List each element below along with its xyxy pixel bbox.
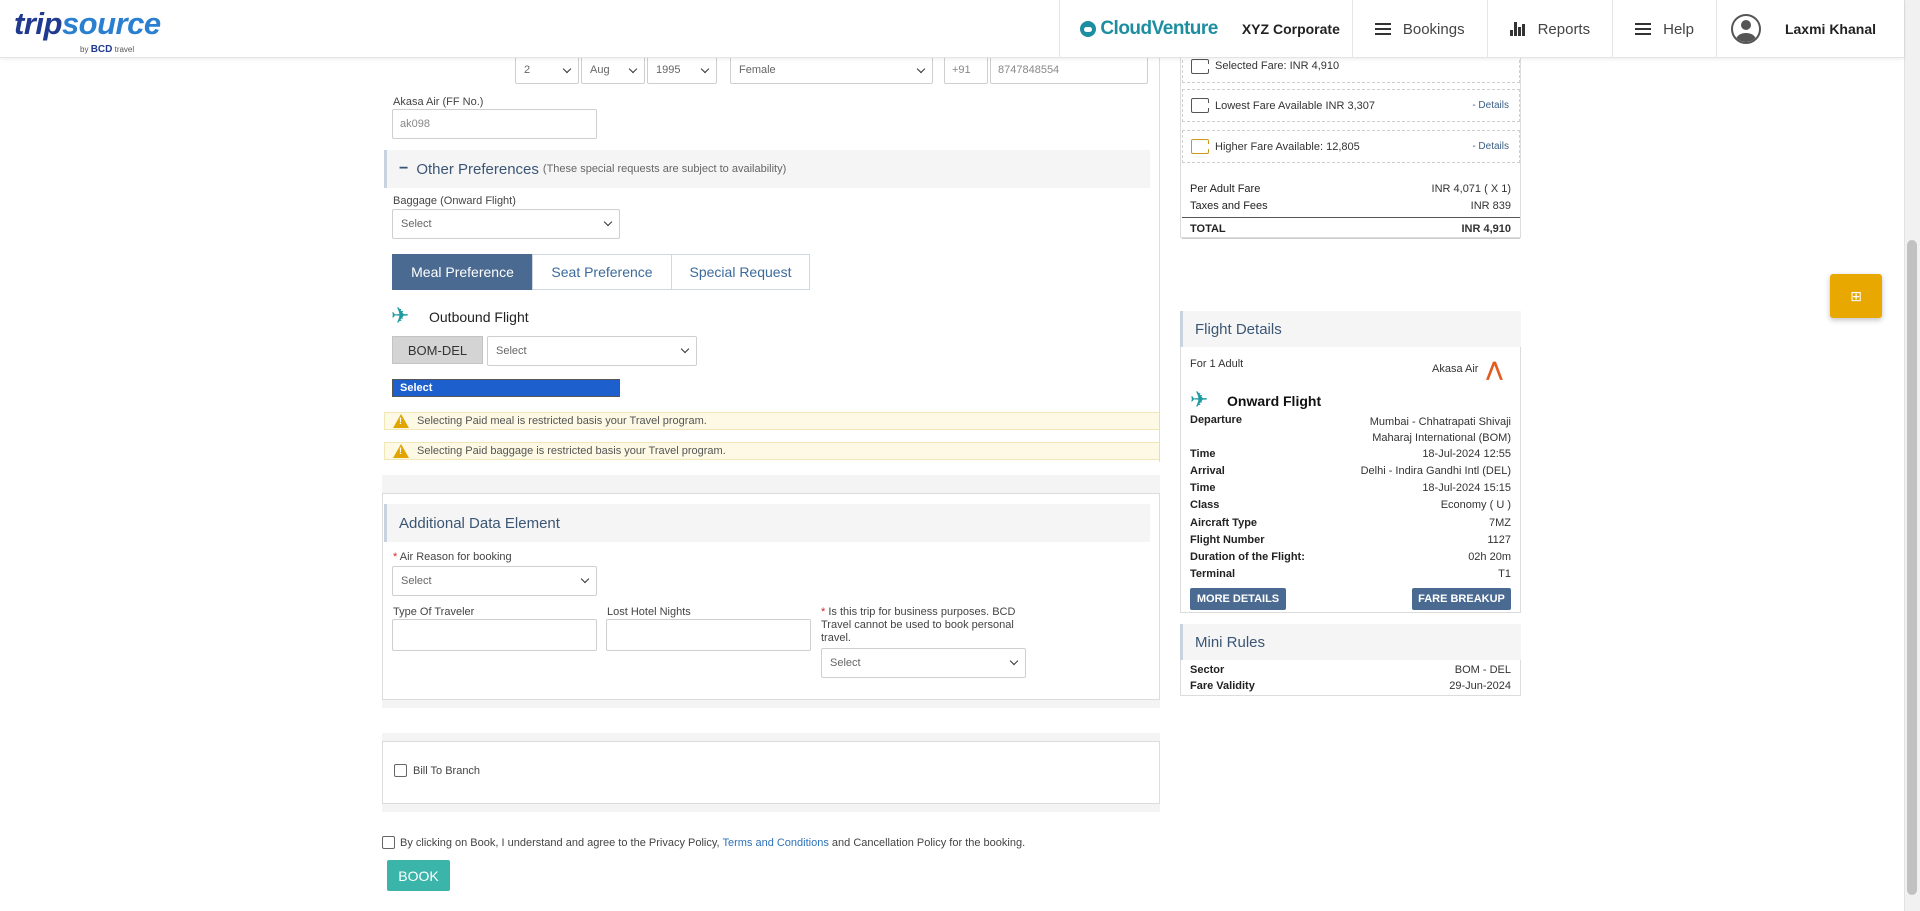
other-preferences-note: (These special requests are subject to a…: [542, 163, 787, 175]
logo-trip: trip: [14, 6, 62, 41]
departure-row: Departure Mumbai - Chhatrapati Shivaji Ma…: [1190, 414, 1511, 444]
business-purpose-label: * Is this trip for business purposes. BC…: [821, 606, 1016, 644]
collapse-minus-icon[interactable]: −: [399, 160, 408, 178]
air-reason-label: * Air Reason for booking: [393, 551, 512, 563]
bill-branch-panel: [382, 741, 1160, 804]
floating-grid-button[interactable]: ⊞: [1830, 274, 1882, 318]
more-details-button[interactable]: MORE DETAILS: [1190, 588, 1286, 610]
ff-label: Akasa Air (FF No.): [393, 96, 484, 108]
type-traveler-label: Type Of Traveler: [393, 606, 475, 618]
fare-validity-row: Fare Validity 29-Jun-2024: [1190, 680, 1511, 692]
baggage-label: Baggage (Onward Flight): [393, 195, 516, 207]
warning-paid-meal: Selecting Paid meal is restricted basis …: [384, 412, 1160, 430]
divider: [1182, 238, 1520, 239]
dropdown-highlighted-option[interactable]: Select: [392, 379, 620, 397]
sector-label: BOM-DEL: [392, 336, 483, 364]
dob-month-select[interactable]: Aug: [581, 56, 645, 84]
logo-subtext: by BCD travel: [80, 44, 135, 55]
ff-number-input[interactable]: ak098: [392, 109, 597, 139]
meal-select[interactable]: Select: [487, 336, 697, 366]
scrollbar-thumb[interactable]: [1907, 240, 1917, 895]
reports-icon: [1509, 22, 1526, 36]
arrival-time-row: Time 18-Jul-2024 15:15: [1190, 482, 1511, 494]
akasa-logo-icon: ⋀: [1486, 359, 1503, 381]
sector-row: Sector BOM - DEL: [1190, 664, 1511, 676]
phone-input[interactable]: 8747848554: [990, 56, 1148, 84]
lowest-fare-row: Lowest Fare Available INR 3,307- Details: [1182, 89, 1520, 122]
logo-source: source: [61, 6, 161, 41]
for-adults-label: For 1 Adult: [1190, 358, 1244, 370]
cloudventure-logo: CloudVenture: [1059, 0, 1230, 58]
total-divider: [1182, 217, 1520, 218]
baggage-select[interactable]: Select: [392, 209, 620, 239]
user-avatar-icon: [1730, 14, 1761, 44]
agreement-text: By clicking on Book, I understand and ag…: [400, 837, 1026, 849]
menu-icon: [1374, 23, 1391, 35]
duration-row: Duration of the Flight: 02h 20m: [1190, 551, 1511, 563]
total-row: TOTAL INR 4,910: [1190, 223, 1511, 235]
nav-reports[interactable]: Reports: [1486, 0, 1613, 58]
lost-hotel-input[interactable]: [606, 619, 811, 651]
aircraft-row: Aircraft Type 7MZ: [1190, 517, 1511, 529]
warning-paid-baggage: Selecting Paid baggage is restricted bas…: [384, 442, 1160, 460]
section-gap: [382, 700, 1160, 708]
plane-icon: ✈: [1190, 387, 1209, 412]
type-traveler-input[interactable]: [392, 619, 597, 651]
user-menu[interactable]: Laxmi Khanal: [1715, 0, 1904, 58]
warning-icon: [393, 444, 409, 458]
air-reason-select[interactable]: Select: [392, 566, 597, 596]
other-preferences-title: Other Preferences: [416, 160, 539, 178]
per-adult-fare-row: Per Adult Fare INR 4,071 ( X 1): [1190, 183, 1511, 195]
dob-year-select[interactable]: 1995: [647, 56, 717, 84]
higher-fare-details-link[interactable]: - Details: [1472, 141, 1509, 152]
departure-time-row: Time 18-Jul-2024 12:55: [1190, 448, 1511, 460]
business-purpose-select[interactable]: Select: [821, 648, 1026, 678]
dob-day-select[interactable]: 2: [515, 56, 579, 84]
outbound-flight-label: Outbound Flight: [429, 309, 529, 325]
wallet-icon: [1191, 139, 1210, 154]
higher-fare-row: Higher Fare Available: 12,805- Details: [1182, 130, 1520, 163]
wallet-icon: [1191, 58, 1210, 74]
onward-flight-label: Onward Flight: [1227, 393, 1322, 409]
nav-bookings[interactable]: Bookings: [1351, 0, 1487, 58]
additional-data-header: Additional Data Element: [384, 504, 1150, 542]
tab-seat-preference[interactable]: Seat Preference: [532, 254, 672, 290]
bill-to-branch-checkbox[interactable]: [394, 764, 407, 777]
warning-icon: [393, 414, 409, 428]
bill-to-branch-label: Bill To Branch: [413, 765, 481, 777]
corporate-name: XYZ Corporate: [1241, 21, 1340, 37]
mini-rules-header: Mini Rules: [1180, 624, 1521, 660]
taxes-row: Taxes and Fees INR 839: [1190, 200, 1511, 212]
tab-meal-preference[interactable]: Meal Preference: [392, 254, 533, 290]
gender-select[interactable]: Female: [730, 56, 933, 84]
plane-icon: ✈: [391, 303, 410, 328]
airline-name: Akasa Air: [1432, 363, 1479, 375]
panel-border: [1159, 58, 1160, 462]
grid-icon: ⊞: [1850, 287, 1862, 304]
tripsource-logo[interactable]: tripsource by BCD travel: [14, 6, 161, 55]
wallet-icon: [1191, 98, 1210, 113]
section-gap: [382, 733, 1160, 741]
class-row: Class Economy ( U ): [1190, 499, 1511, 511]
section-gap: [382, 475, 1160, 493]
flight-number-row: Flight Number 1127: [1190, 534, 1511, 546]
cloud-icon: [1080, 21, 1097, 37]
terminal-row: Terminal T1: [1190, 568, 1511, 580]
lowest-fare-details-link[interactable]: - Details: [1472, 100, 1509, 111]
agree-terms-checkbox[interactable]: [382, 836, 395, 849]
book-button[interactable]: BOOK: [387, 860, 450, 891]
fare-breakup-button[interactable]: FARE BREAKUP: [1412, 588, 1511, 610]
tab-special-request[interactable]: Special Request: [671, 254, 810, 290]
terms-link[interactable]: Terms and Conditions: [722, 837, 828, 849]
page-scrollbar[interactable]: [1904, 0, 1920, 911]
flight-details-header: Flight Details: [1180, 311, 1521, 347]
top-header: tripsource by BCD travel CloudVenture XY…: [0, 0, 1904, 58]
other-preferences-header[interactable]: − Other Preferences (These special reque…: [384, 150, 1150, 188]
arrival-row: Arrival Delhi - Indira Gandhi Intl (DEL): [1190, 465, 1511, 477]
lost-hotel-label: Lost Hotel Nights: [607, 606, 691, 618]
menu-icon: [1635, 23, 1652, 35]
section-gap: [382, 804, 1160, 812]
phone-code-input[interactable]: +91: [944, 56, 988, 84]
nav-help[interactable]: Help: [1612, 0, 1716, 58]
